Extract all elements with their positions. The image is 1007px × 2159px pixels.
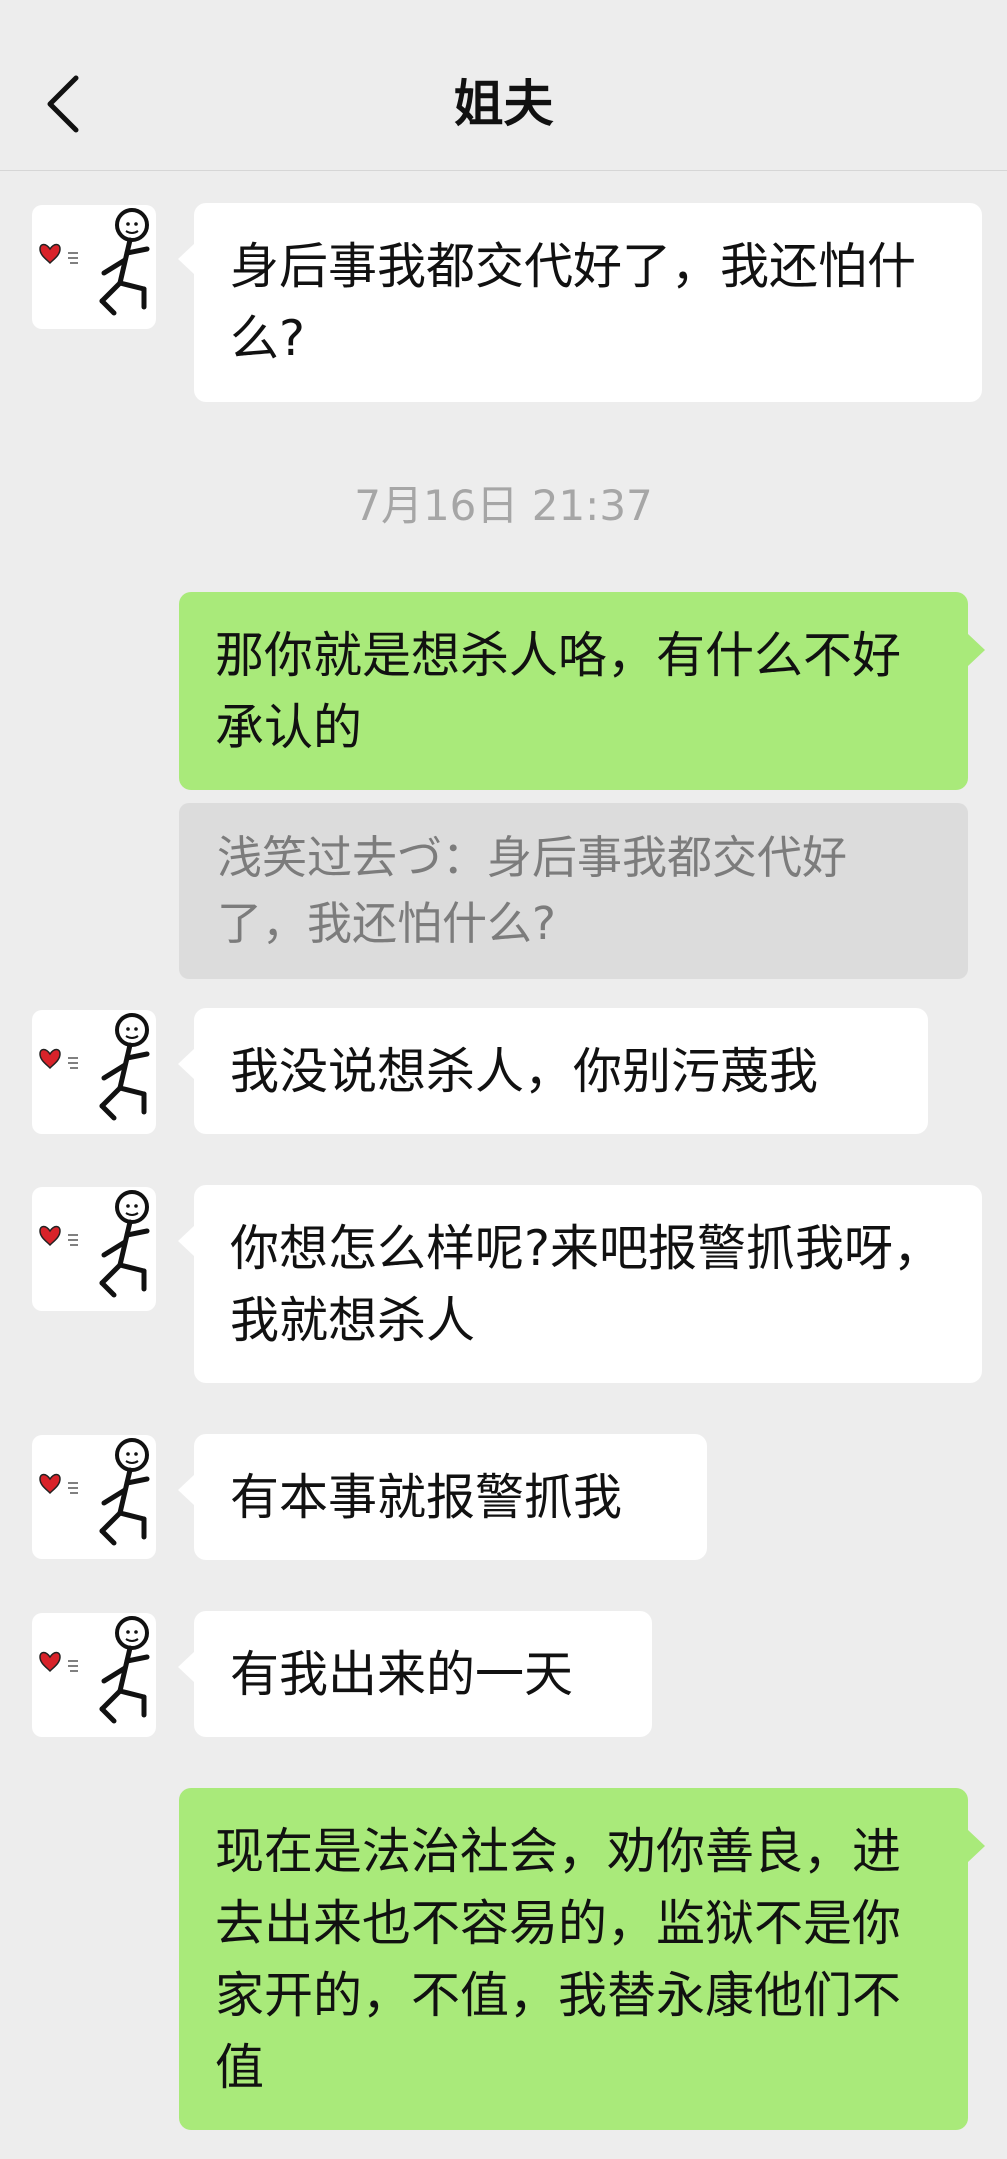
avatar[interactable] [32,1187,156,1311]
stick-figure-heart-icon [32,205,156,329]
stick-figure-heart-icon [32,1010,156,1134]
quoted-message[interactable]: 浅笑过去づ：身后事我都交代好了，我还怕什么? [179,803,968,979]
message-bubble-incoming[interactable]: 你想怎么样呢?来吧报警抓我呀，我就想杀人 [178,1185,982,1383]
avatar[interactable] [32,1435,156,1559]
avatar[interactable] [32,205,156,329]
message-bubble-outgoing[interactable]: 那你就是想杀人咯，有什么不好承认的 [179,592,985,790]
avatar[interactable] [32,1613,156,1737]
avatar[interactable] [32,1010,156,1134]
message-bubble-incoming[interactable]: 有我出来的一天 [178,1611,652,1737]
nav-bar: 姐夫 [0,0,1007,171]
message-bubble-outgoing[interactable]: 现在是法治社会，劝你善良，进去出来也不容易的，监狱不是你家开的，不值，我替永康他… [179,1788,985,2130]
message-timestamp: 7月16日 21:37 [354,481,653,530]
message-bubble-incoming[interactable]: 有本事就报警抓我 [178,1434,707,1560]
stick-figure-heart-icon [32,1435,156,1559]
stick-figure-heart-icon [32,1187,156,1311]
stick-figure-heart-icon [32,1613,156,1737]
chat-title: 姐夫 [453,75,554,133]
message-bubble-incoming[interactable]: 身后事我都交代好了，我还怕什么? [178,203,982,402]
message-bubble-incoming[interactable]: 我没说想杀人，你别污蔑我 [178,1008,928,1134]
